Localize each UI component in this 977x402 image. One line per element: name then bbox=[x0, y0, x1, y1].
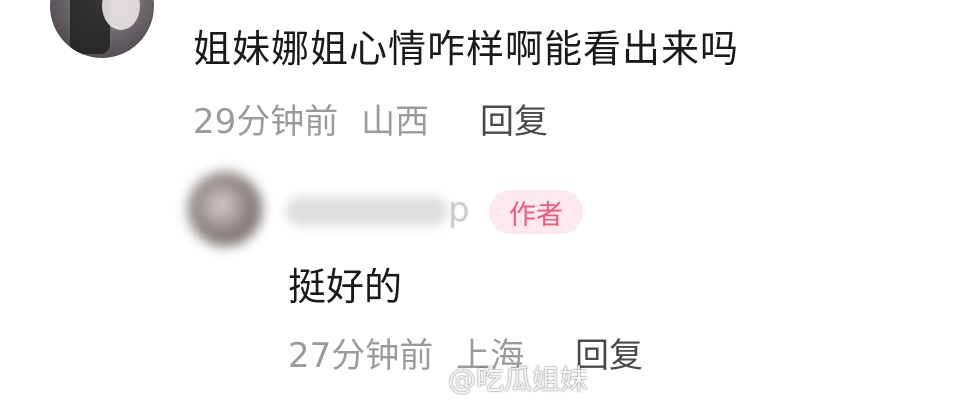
reply-button[interactable]: 回复 bbox=[480, 94, 548, 143]
comment-text: 姐妹娜姐心情咋样啊能看出来吗 bbox=[193, 27, 740, 71]
comment-meta: 29分钟前 山西 bbox=[193, 94, 429, 143]
watermark: @吃瓜姐妹 bbox=[402, 358, 588, 398]
comment-thread: 姐妹娜姐心情咋样啊能看出来吗 29分钟前 山西 回复 p 作者 挺好的 27分钟… bbox=[0, 0, 977, 402]
comment-time: 29分钟前 bbox=[193, 102, 339, 142]
comment-location: 山西 bbox=[361, 102, 430, 142]
author-badge: 作者 bbox=[489, 190, 583, 234]
commenter-avatar[interactable] bbox=[50, 0, 154, 58]
author-username-blurred[interactable] bbox=[286, 196, 448, 226]
author-username-tail: p bbox=[448, 190, 470, 230]
author-avatar[interactable] bbox=[188, 172, 262, 246]
reply-text: 挺好的 bbox=[288, 265, 403, 309]
watermark-text: @吃瓜姐妹 bbox=[448, 363, 589, 396]
weibo-logo-icon bbox=[403, 365, 440, 394]
